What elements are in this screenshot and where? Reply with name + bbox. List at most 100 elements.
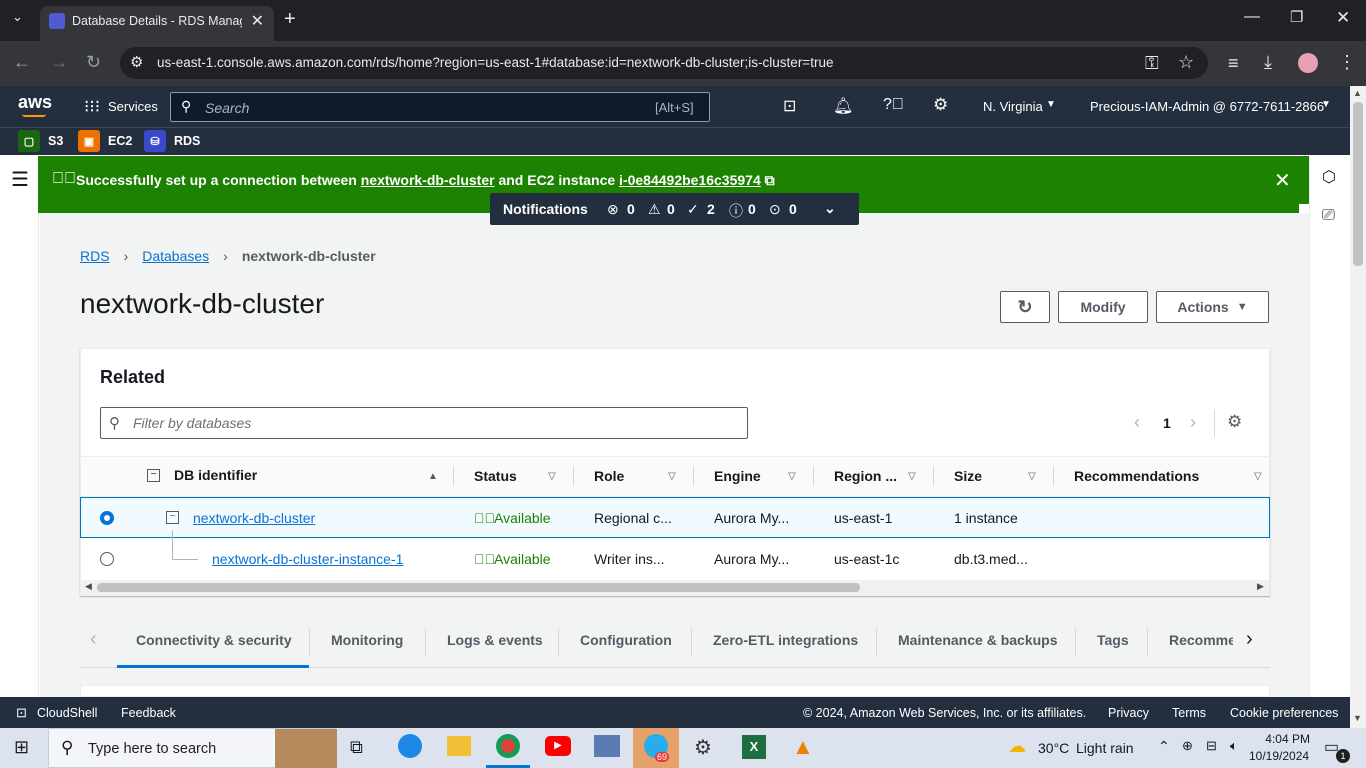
tabs-scroll-left-icon[interactable]: ‹ (90, 628, 97, 651)
col-db-identifier[interactable]: DB identifier (174, 467, 257, 487)
aws-logo[interactable]: aws (18, 92, 52, 113)
actions-button[interactable]: Actions ▼ (1156, 291, 1269, 323)
col-region[interactable]: Region ... (834, 468, 897, 488)
browser-tab[interactable]: Database Details - RDS Manage ✕ (40, 6, 274, 41)
browser-menu-icon[interactable]: ⋮ (1338, 52, 1356, 73)
download-icon[interactable]: ⤓ (1264, 52, 1272, 73)
sort-asc-icon[interactable]: ▲ (428, 471, 438, 482)
favorite-s3[interactable]: ▢ S3 (18, 130, 63, 152)
app-icon[interactable] (594, 735, 620, 757)
scroll-thumb[interactable] (97, 583, 860, 592)
feedback-link[interactable]: Feedback (121, 706, 176, 720)
modify-button[interactable]: Modify (1058, 291, 1148, 323)
taskbar-search[interactable]: ⚲ Type here to search (48, 728, 337, 768)
page-vscrollbar[interactable]: ▲ ▼ (1350, 86, 1366, 728)
scroll-up-icon[interactable]: ▲ (1353, 88, 1362, 98)
task-view-icon[interactable]: ⧉ (350, 737, 363, 758)
account-menu[interactable]: Precious-IAM-Admin @ 6772-7611-2866 (1090, 99, 1324, 114)
collapse-row-icon[interactable]: − (166, 511, 179, 524)
chrome-icon[interactable] (496, 734, 520, 758)
col-size[interactable]: Size (954, 468, 982, 488)
filter-databases-input[interactable]: ⚲ Filter by databases (100, 407, 748, 439)
row-radio[interactable] (100, 552, 114, 566)
tab-monitoring[interactable]: Monitoring (331, 632, 403, 648)
sort-icon[interactable]: ▽ (908, 471, 916, 482)
tray-chevron-icon[interactable]: ⌃ (1158, 738, 1170, 755)
tab-connectivity-security[interactable]: Connectivity & security (136, 632, 292, 648)
vlc-icon[interactable]: ▲ (792, 734, 814, 760)
col-engine[interactable]: Engine (714, 468, 761, 488)
tab-logs-events[interactable]: Logs & events (447, 632, 543, 648)
url-text[interactable]: us-east-1.console.aws.amazon.com/rds/hom… (157, 55, 833, 70)
reload-icon[interactable]: ↻ (86, 52, 101, 73)
tray-device-icon[interactable]: ⊕ (1182, 738, 1193, 754)
minimize-icon[interactable]: — (1244, 8, 1260, 26)
page-scroll-thumb[interactable] (1353, 102, 1363, 266)
notifications-bar[interactable]: Notifications ⊗ 0 ⚠ 0 ✓ 2 ⓘ 0 ⊙ 0 ⌄ (490, 193, 859, 225)
weather-condition[interactable]: Light rain (1076, 740, 1134, 756)
breadcrumb-rds[interactable]: RDS (80, 248, 110, 264)
tab-zero-etl[interactable]: Zero-ETL integrations (713, 632, 858, 648)
db-identifier-link[interactable]: nextwork-db-cluster-instance-1 (212, 551, 403, 567)
region-selector[interactable]: N. Virginia (983, 99, 1043, 114)
restore-icon[interactable]: ❐ (1290, 8, 1303, 26)
settings-gear-icon[interactable]: ⚙ (933, 95, 948, 115)
excel-icon[interactable]: X (742, 735, 766, 759)
page-number[interactable]: 1 (1163, 415, 1171, 431)
windows-start-icon[interactable]: ⊞ (14, 737, 29, 758)
scroll-right-icon[interactable]: ▶ (1257, 581, 1264, 592)
dismiss-banner-icon[interactable]: ✕ (1274, 168, 1291, 193)
new-tab-icon[interactable]: + (284, 8, 296, 31)
edge-icon[interactable] (398, 734, 422, 758)
services-grid-icon[interactable]: ⁝⁝⁝ (84, 97, 100, 117)
collapse-all-icon[interactable]: − (147, 469, 160, 482)
bookmark-star-icon[interactable]: ☆ (1178, 52, 1194, 73)
forward-icon[interactable]: → (50, 52, 68, 73)
volume-icon[interactable]: 🔈︎ (1230, 738, 1238, 754)
window-close-icon[interactable]: ✕ (1336, 8, 1350, 28)
prev-page-icon[interactable]: ‹ (1134, 412, 1140, 433)
col-recommendations[interactable]: Recommendations (1074, 468, 1199, 488)
profile-avatar[interactable] (1298, 53, 1318, 73)
col-role[interactable]: Role (594, 468, 624, 488)
services-menu[interactable]: Services (108, 99, 158, 114)
feedback-panel-icon[interactable]: ⎚ (1322, 207, 1335, 225)
info-panel-icon[interactable]: ⬡ (1322, 167, 1336, 187)
settings-app-icon[interactable]: ⚙ (694, 735, 712, 760)
tab-configuration[interactable]: Configuration (580, 632, 672, 648)
table-preferences-icon[interactable]: ⚙ (1227, 412, 1242, 432)
banner-instance-link[interactable]: i-0e84492be16c35974 (619, 172, 761, 188)
clock-time[interactable]: 4:04 PM (1254, 732, 1310, 746)
site-info-icon[interactable]: ⚙ (130, 53, 143, 71)
cookie-preferences-link[interactable]: Cookie preferences (1230, 706, 1338, 720)
db-identifier-link[interactable]: nextwork-db-cluster (193, 510, 315, 526)
password-key-icon[interactable]: ⚿ (1145, 53, 1159, 74)
sort-icon[interactable]: ▽ (788, 471, 796, 482)
clock-date[interactable]: 10/19/2024 (1249, 749, 1309, 763)
tab-maintenance-backups[interactable]: Maintenance & backups (898, 632, 1058, 648)
sort-icon[interactable]: ▽ (1254, 471, 1262, 482)
sort-icon[interactable]: ▽ (548, 471, 556, 482)
sort-icon[interactable]: ▽ (1028, 471, 1036, 482)
col-status[interactable]: Status (474, 468, 517, 488)
favorite-rds[interactable]: ⛁ RDS (144, 130, 200, 152)
youtube-icon[interactable]: ▶ (545, 736, 571, 756)
favorite-ec2[interactable]: ▣ EC2 (78, 130, 132, 152)
search-input[interactable]: ⚲ Search [Alt+S] (170, 92, 710, 122)
media-icon[interactable]: ≡ (1228, 53, 1239, 74)
tab-recommendations[interactable]: Recomme (1169, 632, 1233, 648)
scroll-down-icon[interactable]: ▼ (1353, 713, 1362, 723)
notifications-bell-icon[interactable]: 🔔︎ (833, 96, 853, 116)
refresh-button[interactable]: ↻ (1000, 291, 1050, 323)
cloudshell-icon[interactable]: ⊡ (783, 96, 796, 116)
back-icon[interactable]: ← (13, 52, 31, 73)
close-tab-icon[interactable]: ✕ (251, 11, 264, 31)
file-explorer-icon[interactable] (447, 736, 471, 756)
help-icon[interactable]: ?⃝ (883, 96, 904, 114)
tab-list-icon[interactable]: ⌄ (12, 9, 23, 25)
tabs-scroll-right-icon[interactable]: › (1246, 628, 1253, 651)
network-icon[interactable]: ⊟ (1206, 738, 1217, 754)
banner-db-link[interactable]: nextwork-db-cluster (361, 172, 495, 188)
breadcrumb-databases[interactable]: Databases (142, 248, 209, 264)
row-radio-selected[interactable] (100, 511, 114, 525)
